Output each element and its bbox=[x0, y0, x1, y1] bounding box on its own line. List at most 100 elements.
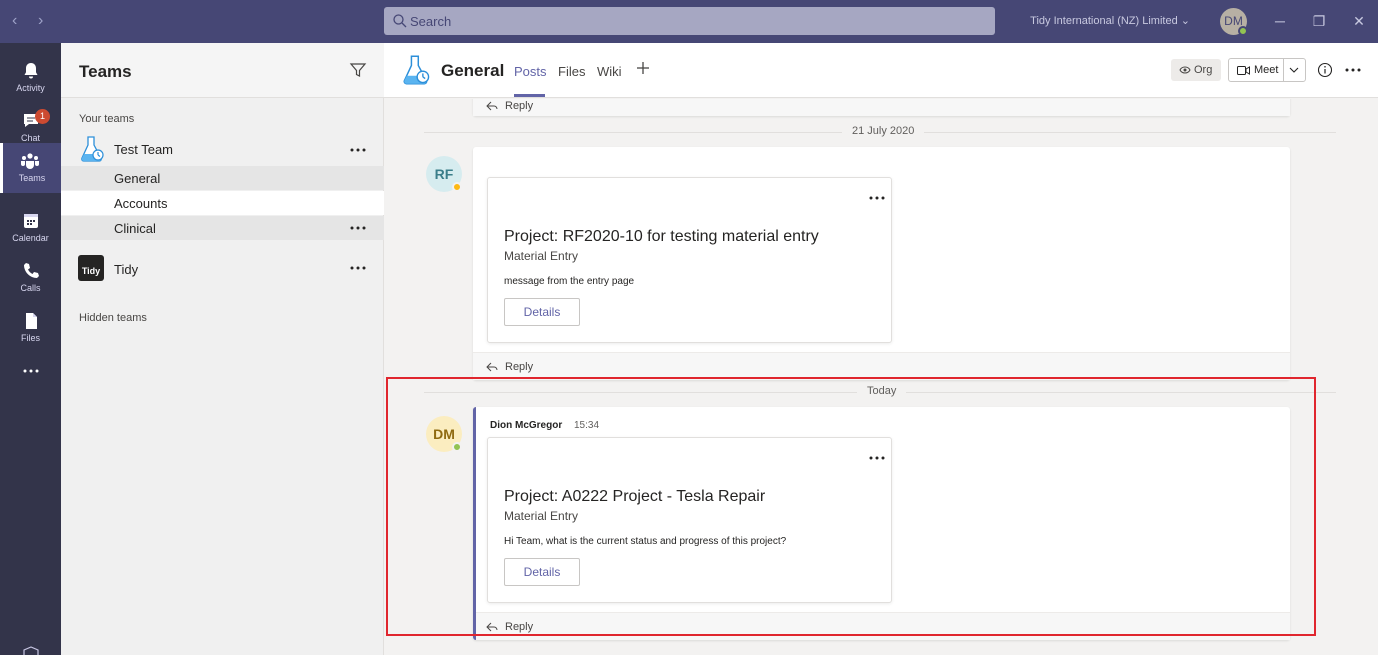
chevron-down-icon[interactable] bbox=[1289, 66, 1299, 74]
team-row-test-team[interactable]: Test Team bbox=[61, 135, 384, 165]
message-card: Dion McGregor 15:34 Project: A0222 Proje… bbox=[473, 407, 1290, 640]
minimize-icon[interactable]: ─ bbox=[1270, 11, 1290, 31]
calendar-icon bbox=[23, 214, 38, 228]
card-title: Project: RF2020-10 for testing material … bbox=[504, 228, 819, 245]
reply-label: Reply bbox=[505, 100, 534, 112]
channel-name: Clinical bbox=[114, 221, 156, 236]
more-apps-button[interactable] bbox=[0, 353, 61, 403]
meet-button-label: Meet bbox=[1254, 64, 1279, 76]
channel-item-accounts[interactable]: Accounts bbox=[61, 191, 384, 215]
search-icon bbox=[393, 14, 407, 28]
details-button[interactable]: Details bbox=[504, 558, 580, 586]
close-icon[interactable]: ✕ bbox=[1349, 11, 1369, 31]
conversation-pane: Reply 21 July 2020 RF Project: RF2020-10… bbox=[384, 99, 1378, 655]
org-button-label: Org bbox=[1194, 64, 1213, 76]
channel-name: Accounts bbox=[114, 196, 168, 211]
team-row-tidy[interactable]: Tidy Tidy bbox=[61, 255, 384, 285]
add-tab-icon[interactable] bbox=[635, 60, 651, 76]
reply-icon bbox=[486, 362, 498, 372]
tab-wiki[interactable]: Wiki bbox=[597, 64, 622, 79]
tab-posts[interactable]: Posts bbox=[514, 64, 547, 79]
reply-bar[interactable]: Reply bbox=[476, 612, 1290, 640]
teams-panel-header: Teams bbox=[61, 43, 384, 98]
hidden-teams-link[interactable]: Hidden teams bbox=[79, 312, 147, 324]
unread-badge: 1 bbox=[35, 109, 50, 124]
adaptive-card: Project: RF2020-10 for testing material … bbox=[487, 177, 892, 343]
tidy-logo: Tidy bbox=[78, 255, 104, 281]
filter-icon[interactable] bbox=[349, 61, 367, 79]
file-icon bbox=[25, 313, 37, 329]
rail-label: Activity bbox=[16, 83, 45, 93]
rail-label: Files bbox=[20, 333, 40, 343]
flask-icon bbox=[403, 55, 430, 85]
org-button[interactable]: Org bbox=[1171, 59, 1221, 81]
card-subtitle: Material Entry bbox=[504, 509, 579, 523]
meet-button[interactable]: Meet bbox=[1228, 58, 1306, 82]
more-options-icon[interactable] bbox=[350, 148, 366, 152]
details-button[interactable]: Details bbox=[504, 298, 580, 326]
rail-label: Calendar bbox=[12, 233, 49, 243]
back-arrow-icon[interactable]: ‹ bbox=[12, 12, 17, 30]
search-placeholder: Search bbox=[410, 14, 452, 29]
forward-arrow-icon[interactable]: › bbox=[38, 12, 43, 30]
more-options-icon[interactable] bbox=[869, 196, 885, 200]
channel-header: General Posts Files Wiki Org Meet bbox=[384, 43, 1378, 98]
active-tab-indicator bbox=[514, 94, 545, 97]
rail-label: Calls bbox=[20, 283, 41, 293]
more-options-icon[interactable] bbox=[350, 226, 366, 230]
message-author[interactable]: Dion McGregor bbox=[490, 420, 562, 431]
video-camera-icon bbox=[1237, 66, 1250, 75]
rail-item-files[interactable]: Files bbox=[0, 303, 61, 353]
presence-available-icon bbox=[452, 442, 462, 452]
adaptive-card: Project: A0222 Project - Tesla Repair Ma… bbox=[487, 437, 892, 603]
channel-name: General bbox=[114, 171, 161, 186]
message-card: Reply bbox=[473, 99, 1290, 116]
teams-icon bbox=[21, 153, 39, 169]
panel-title: Teams bbox=[79, 62, 132, 81]
team-name: Test Team bbox=[114, 142, 174, 157]
more-horizontal-icon bbox=[23, 369, 38, 373]
rail-label: Teams bbox=[18, 173, 46, 183]
presence-available-icon bbox=[1238, 26, 1248, 36]
reply-icon bbox=[486, 622, 498, 632]
card-body: message from the entry page bbox=[504, 276, 635, 287]
reply-label: Reply bbox=[505, 361, 534, 373]
rail-item-activity[interactable]: Activity bbox=[0, 53, 61, 103]
reply-icon bbox=[486, 101, 498, 111]
more-options-icon[interactable] bbox=[869, 456, 885, 460]
info-icon[interactable] bbox=[1317, 62, 1333, 78]
app-rail: Activity Chat 1 Teams Calendar Calls Fil… bbox=[0, 43, 61, 655]
channel-item-general[interactable]: General bbox=[61, 166, 384, 190]
more-options-icon[interactable] bbox=[1345, 68, 1361, 72]
org-name-label: Tidy International (NZ) Limited bbox=[1030, 15, 1178, 27]
card-title: Project: A0222 Project - Tesla Repair bbox=[504, 488, 766, 505]
apps-store-icon[interactable] bbox=[22, 646, 40, 655]
restore-icon[interactable]: ❐ bbox=[1309, 11, 1329, 31]
phone-icon bbox=[23, 263, 39, 278]
team-name: Tidy bbox=[114, 262, 139, 277]
divider bbox=[1283, 59, 1284, 81]
card-subtitle: Material Entry bbox=[504, 249, 579, 263]
more-options-icon[interactable] bbox=[350, 266, 366, 270]
reply-bar[interactable]: Reply bbox=[473, 352, 1290, 380]
bell-icon bbox=[24, 63, 37, 79]
search-input[interactable]: Search bbox=[384, 7, 995, 35]
message-timestamp: 15:34 bbox=[574, 420, 600, 431]
eye-icon bbox=[1179, 66, 1191, 74]
rail-item-calendar[interactable]: Calendar bbox=[0, 203, 61, 253]
teams-list-panel: Teams Your teams Test Team General Accou… bbox=[61, 43, 384, 655]
presence-away-icon bbox=[452, 182, 462, 192]
date-label: 21 July 2020 bbox=[842, 125, 925, 139]
message-card: Project: RF2020-10 for testing material … bbox=[473, 147, 1290, 380]
reply-bar[interactable]: Reply bbox=[473, 99, 1290, 116]
rail-label: Chat bbox=[20, 133, 40, 143]
reply-label: Reply bbox=[505, 621, 534, 633]
flask-icon bbox=[81, 136, 104, 162]
channel-title: General bbox=[441, 61, 505, 80]
rail-item-calls[interactable]: Calls bbox=[0, 253, 61, 303]
date-label: Today bbox=[857, 385, 907, 399]
rail-item-teams[interactable]: Teams bbox=[0, 143, 61, 193]
org-switcher[interactable]: Tidy International (NZ) Limited ⌄ bbox=[1030, 14, 1190, 27]
tab-files[interactable]: Files bbox=[558, 64, 585, 79]
channel-item-clinical[interactable]: Clinical bbox=[61, 216, 384, 240]
